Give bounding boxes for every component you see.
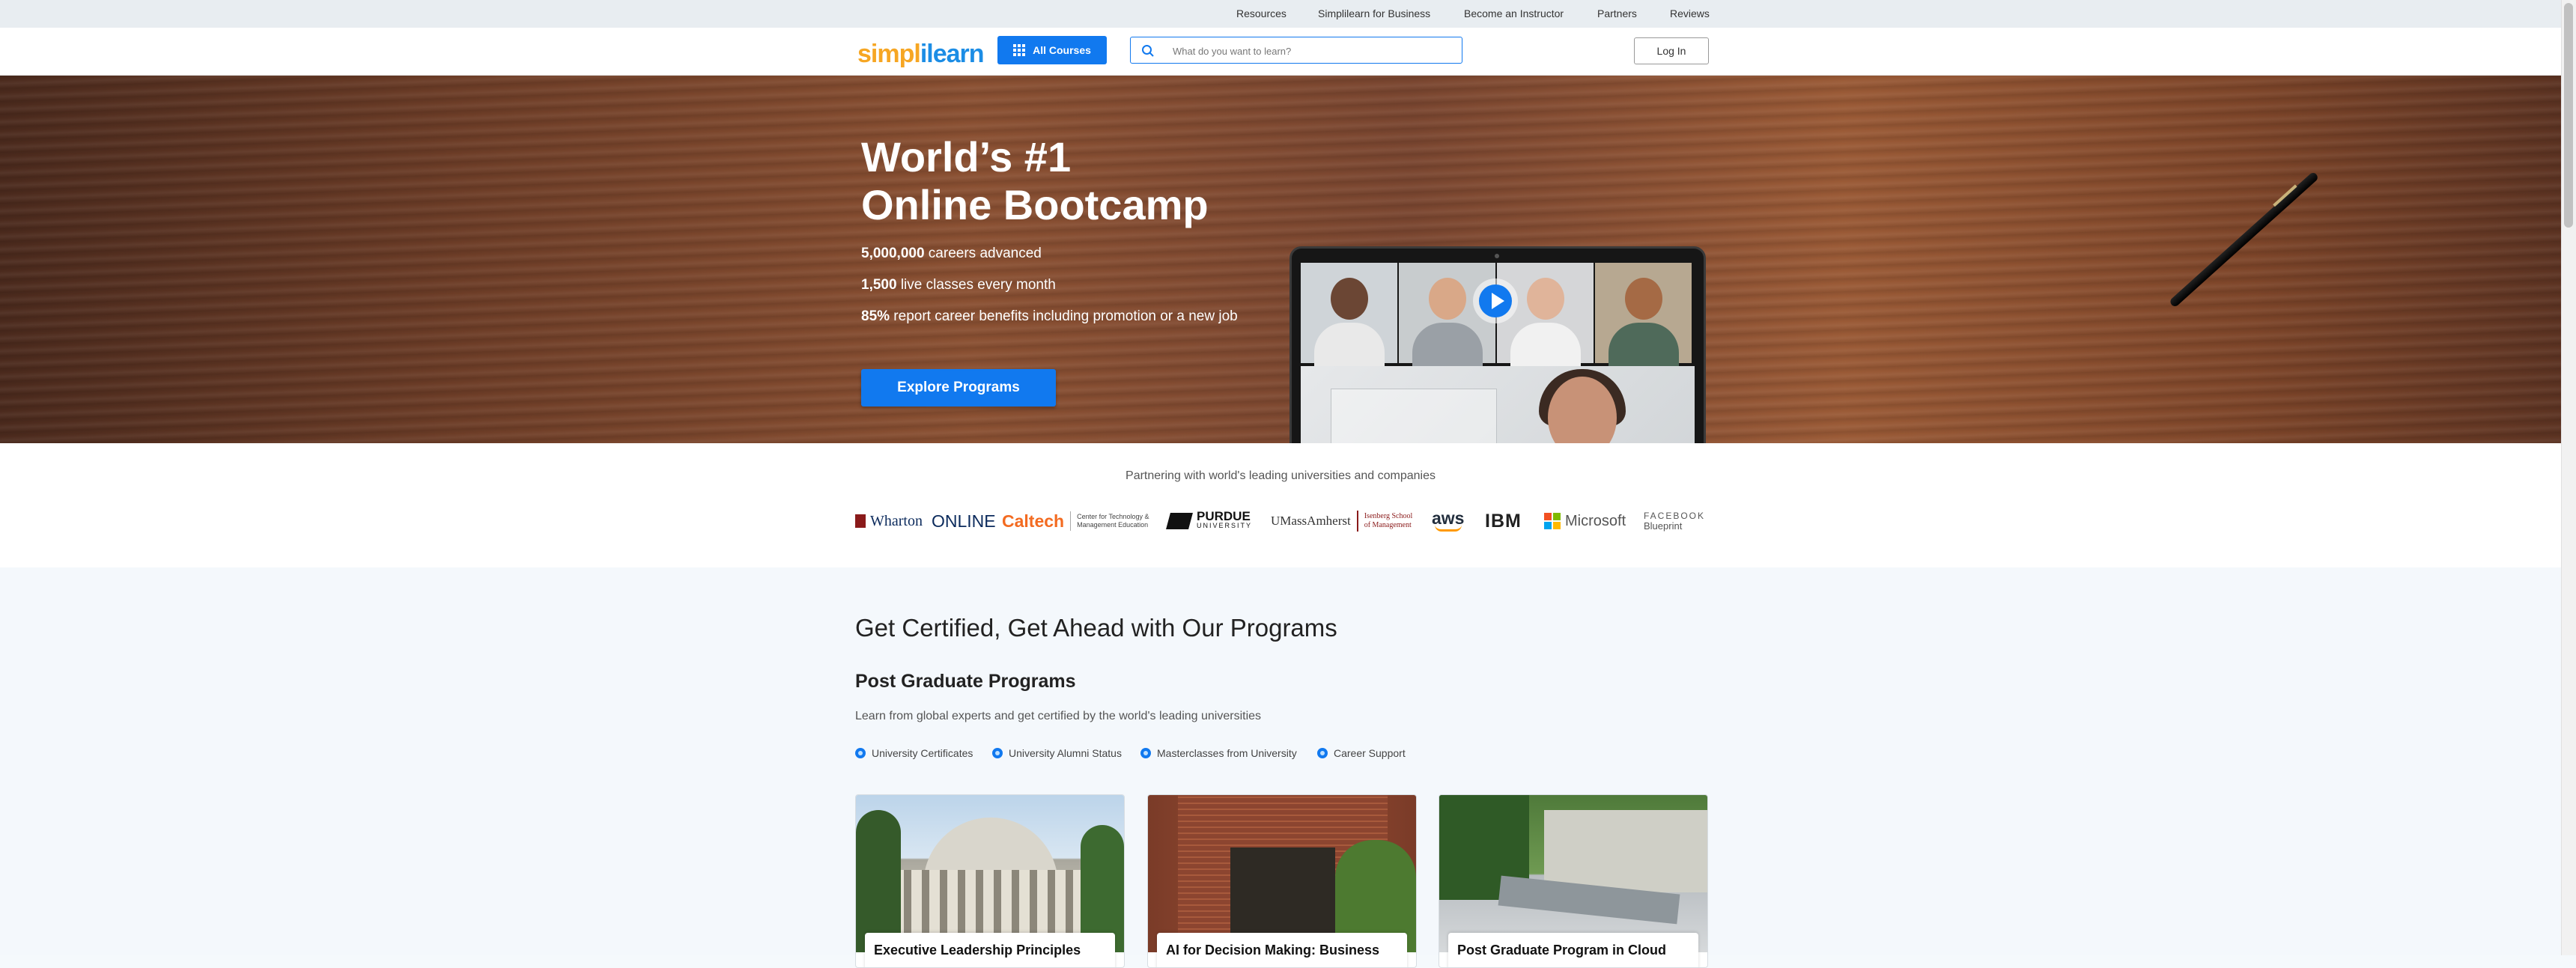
explore-programs-button[interactable]: Explore Programs [861, 369, 1056, 407]
program-card-image [1148, 795, 1416, 952]
laptop-video-preview [1289, 246, 1706, 443]
feature-label: University Certificates [872, 747, 973, 759]
wharton-logo: Wharton ONLINE [855, 508, 996, 534]
hero-title-line-2: Online Bootcamp [861, 181, 1209, 228]
all-courses-button[interactable]: All Courses [997, 36, 1107, 64]
login-button[interactable]: Log In [1634, 37, 1709, 64]
business-link[interactable]: Simplilearn for Business [1318, 7, 1430, 19]
grid-icon [1013, 44, 1026, 56]
logo-text-1: simpl [857, 40, 921, 68]
logo-text-2: ilearn [920, 40, 985, 68]
program-card-title: AI for Decision Making: Business [1157, 933, 1407, 967]
stat-value: 1,500 [861, 277, 897, 293]
feature-item: Career Support [1317, 747, 1406, 759]
ibm-logo: IBM [1485, 510, 1522, 532]
programs-section: Get Certified, Get Ahead with Our Progra… [0, 567, 2561, 968]
program-card-image [1439, 795, 1707, 952]
stat-text: report career benefits including promoti… [890, 308, 1238, 324]
hero-title: World’s #1 Online Bootcamp [861, 133, 1460, 229]
feature-label: Masterclasses from University [1157, 747, 1297, 759]
partners-link[interactable]: Partners [1597, 7, 1637, 19]
check-icon [1317, 748, 1328, 758]
stat-value: 5,000,000 [861, 246, 925, 261]
post-graduate-title: Post Graduate Programs [855, 671, 1076, 692]
stat-value: 85% [861, 308, 890, 324]
search-icon [1142, 45, 1154, 57]
caltech-logo: Caltech Center for Technology & Manageme… [1002, 511, 1149, 531]
feature-item: University Alumni Status [992, 747, 1122, 759]
feature-item: University Certificates [855, 747, 973, 759]
hero-stat: 85% report career benefits including pro… [861, 308, 1238, 325]
video-tile-4 [1595, 263, 1692, 368]
become-instructor-link[interactable]: Become an Instructor [1464, 7, 1564, 19]
partners-title: Partnering with world's leading universi… [1126, 469, 1436, 482]
pen-decoration [2168, 171, 2320, 308]
umass-amherst-logo: UMassAmherst Isenberg School of Manageme… [1271, 508, 1420, 534]
stat-text: live classes every month [896, 277, 1056, 293]
all-courses-label: All Courses [1033, 44, 1091, 56]
feature-item: Masterclasses from University [1140, 747, 1297, 759]
feature-label: Career Support [1334, 747, 1406, 759]
main-video-tile [1301, 366, 1695, 443]
program-card[interactable]: AI for Decision Making: Business [1147, 794, 1417, 968]
partners-section: Partnering with world's leading universi… [0, 443, 2561, 567]
hero-stat: 5,000,000 careers advanced [861, 246, 1042, 262]
hero-banner [0, 76, 2561, 443]
simplilearn-logo[interactable]: simplilearn [857, 40, 985, 69]
hero-title-line-1: World’s #1 [861, 133, 1072, 180]
scrollbar-thumb[interactable] [2564, 3, 2573, 228]
programs-description: Learn from global experts and get certif… [855, 710, 1262, 722]
program-card-image [856, 795, 1124, 952]
search-input[interactable] [1171, 42, 1451, 60]
purdue-logo: PURDUE UNIVERSITY [1166, 508, 1252, 534]
reviews-link[interactable]: Reviews [1670, 7, 1710, 19]
check-icon [855, 748, 866, 758]
main-navbar: simplilearn All Courses Log In [0, 28, 2561, 76]
feature-label: University Alumni Status [1009, 747, 1122, 759]
program-card-title: Executive Leadership Principles [865, 933, 1115, 967]
aws-logo: aws [1432, 508, 1464, 534]
check-icon [1140, 748, 1151, 758]
hero-stat: 1,500 live classes every month [861, 277, 1056, 293]
video-tile-1 [1301, 263, 1397, 368]
facebook-blueprint-logo: FACEBOOK Blueprint [1644, 511, 1706, 532]
check-icon [992, 748, 1003, 758]
program-card[interactable]: Post Graduate Program in Cloud [1439, 794, 1708, 968]
microsoft-logo: Microsoft [1544, 508, 1626, 534]
search-box[interactable] [1130, 37, 1462, 64]
program-card-title: Post Graduate Program in Cloud [1448, 933, 1698, 967]
programs-section-title: Get Certified, Get Ahead with Our Progra… [855, 614, 1337, 642]
resources-link[interactable]: Resources [1236, 7, 1287, 19]
stat-text: careers advanced [924, 246, 1042, 261]
utility-bar: Resources Simplilearn for Business Becom… [0, 0, 2561, 28]
play-icon[interactable] [1471, 277, 1519, 325]
program-card[interactable]: Executive Leadership Principles [855, 794, 1125, 968]
